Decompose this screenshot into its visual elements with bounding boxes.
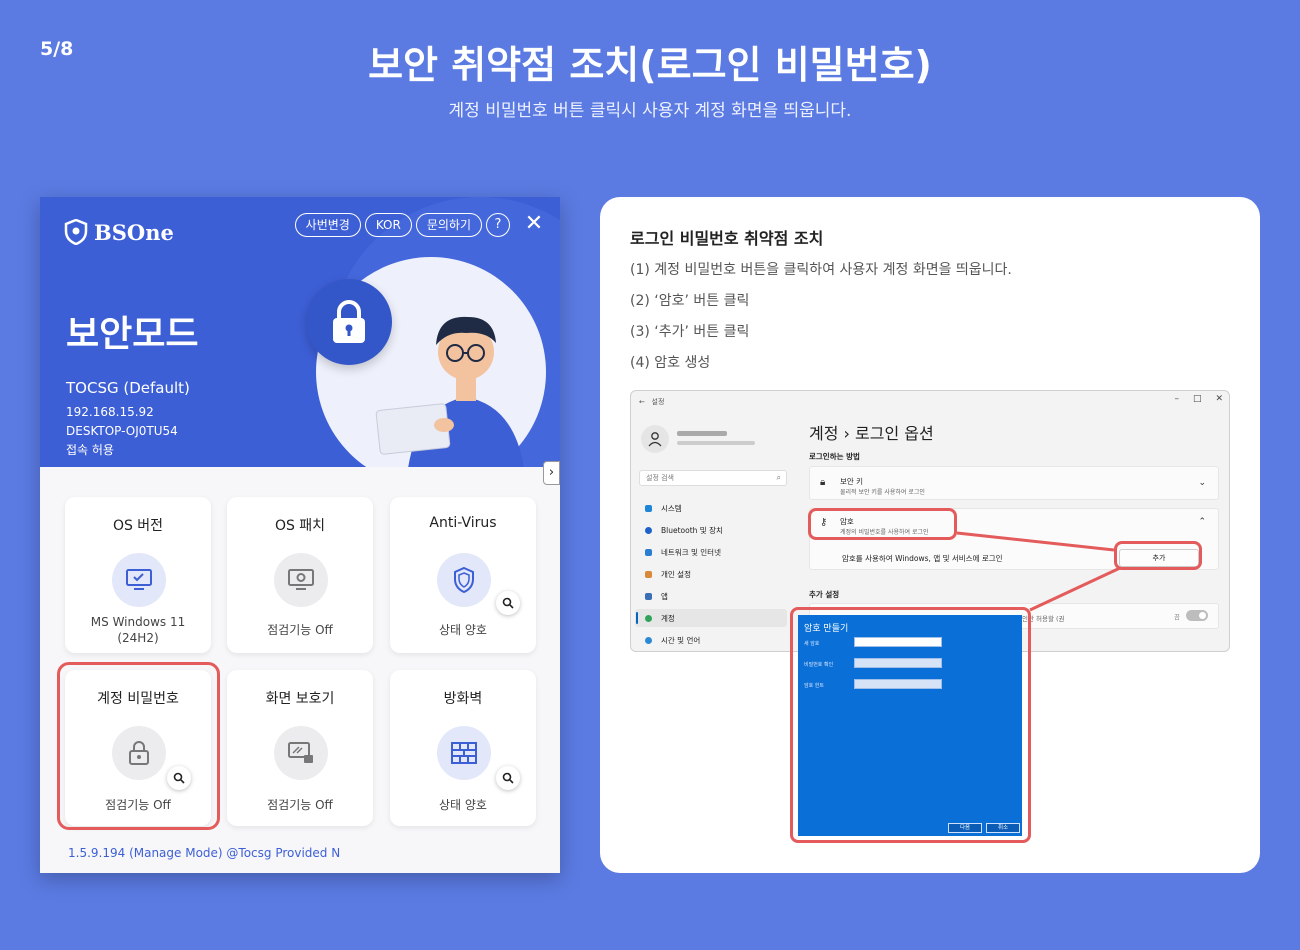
bluetooth-icon <box>645 527 652 534</box>
bsone-app-window: BSOne 사번변경 KOR 문의하기 ? ✕ 보안모드 TOCSG (Defa… <box>40 197 560 873</box>
toggle-switch[interactable] <box>1186 610 1208 621</box>
bsone-logo: BSOne <box>64 219 174 245</box>
password-expand-text: 암호를 사용하여 Windows, 앱 및 서비스에 로그인 <box>842 554 1003 563</box>
card-title: OS 패치 <box>274 518 326 534</box>
section-sign-in-ways: 로그인하는 방법 <box>809 452 860 461</box>
version-text: 1.5.9.194 (Manage Mode) @Tocsg Provided … <box>68 846 341 860</box>
card-status: 상태 양호 <box>439 798 487 812</box>
chevron-up-icon: ⌃ <box>1198 517 1206 527</box>
usb-key-icon: 🔒︎ <box>820 477 826 488</box>
firewall-icon <box>437 726 491 780</box>
globe-icon <box>645 637 652 644</box>
row-name: 보안 키 <box>840 477 864 486</box>
system-icon <box>645 505 652 512</box>
panel-heading: 로그인 비밀번호 취약점 조치 <box>630 229 824 248</box>
search-placeholder: 설정 검색 <box>646 474 674 482</box>
nav-item-time-language[interactable]: 시간 및 언어 <box>645 635 700 646</box>
logo-text: BSOne <box>94 219 174 245</box>
app-header: BSOne 사번변경 KOR 문의하기 ? ✕ 보안모드 TOCSG (Defa… <box>40 197 560 467</box>
magnifier-icon[interactable] <box>496 766 520 790</box>
account-icon <box>645 615 652 622</box>
row-security-key[interactable]: 🔒︎ 보안 키 물리적 보안 키를 사용하여 로그인 ⌄ <box>809 466 1219 500</box>
card-status: 점검기능 Off <box>267 623 333 637</box>
access-status: 접속 허용 <box>66 443 114 457</box>
card-firewall[interactable]: 방화벽 상태 양호 <box>390 670 536 826</box>
settings-search-input[interactable]: 설정 검색 ⌕ <box>639 470 787 486</box>
header-buttons: 사번변경 KOR 문의하기 ? ✕ <box>294 213 546 237</box>
shield-icon <box>437 553 491 607</box>
step-2: (2) ‘암호’ 버튼 클릭 <box>630 293 750 309</box>
mode-title: 보안모드 <box>66 314 199 355</box>
card-status: 점검기능 Off <box>267 798 333 812</box>
nav-item-bluetooth[interactable]: Bluetooth 및 장치 <box>645 525 723 536</box>
nav-label: 시간 및 언어 <box>661 636 701 645</box>
language-button[interactable]: KOR <box>364 213 412 237</box>
window-title: ← 설정 <box>639 398 665 406</box>
card-os-patch[interactable]: OS 패치 점검기능 Off <box>227 497 373 653</box>
account-email-redacted <box>677 441 755 445</box>
inquiry-button[interactable]: 문의하기 <box>415 213 482 237</box>
nav-item-apps[interactable]: 앱 <box>645 591 668 602</box>
highlight-account-password <box>57 662 220 830</box>
help-button[interactable]: ? <box>486 213 510 237</box>
nav-label: 앱 <box>661 592 668 601</box>
breadcrumb: 계정 › 로그인 옵션 <box>809 424 934 443</box>
nav-active-indicator <box>636 612 638 624</box>
expand-panel-button[interactable]: › <box>543 461 560 485</box>
highlight-add-button <box>1114 541 1202 570</box>
row-desc: 물리적 보안 키를 사용하여 로그인 <box>840 489 925 496</box>
lock-badge <box>306 279 392 365</box>
change-employee-button[interactable]: 사번변경 <box>294 213 361 237</box>
minimize-button[interactable]: – <box>1174 394 1179 404</box>
card-status: MS Windows 11 <box>90 615 186 629</box>
network-icon <box>645 549 652 556</box>
nav-label: 네트워크 및 인터넷 <box>661 548 721 557</box>
card-screen-saver[interactable]: 화면 보호기 점검기능 Off <box>227 670 373 826</box>
highlight-password-row <box>808 508 957 540</box>
page-subtitle: 계정 비밀번호 버튼 클릭시 사용자 계정 화면을 띄웁니다. <box>448 101 852 121</box>
ip-address: 192.168.15.92 <box>66 405 154 419</box>
nav-item-personalize[interactable]: 개인 설정 <box>645 569 691 580</box>
maximize-button[interactable]: □ <box>1193 394 1202 404</box>
card-title: 방화벽 <box>443 691 483 707</box>
magnifier-icon[interactable] <box>496 591 520 615</box>
screen-lock-icon <box>274 726 328 780</box>
step-1: (1) 계정 비밀번호 버튼을 클릭하여 사용자 계정 화면을 띄웁니다. <box>630 262 1012 278</box>
profile-name: TOCSG (Default) <box>66 379 190 397</box>
card-status: 상태 양호 <box>439 623 487 637</box>
nav-item-accounts[interactable]: 계정 <box>645 613 675 624</box>
monitor-check-icon <box>112 553 166 607</box>
monitor-gear-icon <box>274 553 328 607</box>
step-3: (3) ‘추가’ 버튼 클릭 <box>630 324 750 340</box>
card-anti-virus[interactable]: Anti-Virus 상태 양호 <box>390 497 536 653</box>
host-name: DESKTOP-OJ0TU54 <box>66 424 178 438</box>
search-icon: ⌕ <box>776 473 781 482</box>
chevron-down-icon: ⌄ <box>1198 478 1206 488</box>
user-avatar-icon <box>641 425 669 453</box>
window-controls: – □ ✕ <box>1174 394 1223 404</box>
page-title: 보안 취약점 조치(로그인 비밀번호) <box>368 43 932 87</box>
card-title: 화면 보호기 <box>265 691 335 707</box>
padlock-icon <box>333 300 365 343</box>
toggle-label: 끔 <box>1174 613 1180 621</box>
step-4: (4) 암호 생성 <box>630 355 711 371</box>
section-additional: 추가 설정 <box>809 590 840 599</box>
card-title: OS 버전 <box>112 518 164 534</box>
brush-icon <box>645 571 652 578</box>
highlight-dialog <box>790 607 1031 843</box>
apps-icon <box>645 593 652 600</box>
card-title: Anti-Virus <box>429 515 497 531</box>
nav-item-network[interactable]: 네트워크 및 인터넷 <box>645 547 721 558</box>
nav-item-system[interactable]: 시스템 <box>645 503 682 514</box>
nav-label: 개인 설정 <box>661 570 691 579</box>
account-name-redacted <box>677 431 727 436</box>
nav-label: 시스템 <box>661 504 682 513</box>
close-button[interactable]: ✕ <box>1215 394 1223 404</box>
nav-label: 계정 <box>661 614 675 623</box>
shield-logo-icon <box>64 219 88 245</box>
card-os-version[interactable]: OS 버전 MS Windows 11 (24H2) <box>65 497 211 653</box>
card-status-detail: (24H2) <box>117 631 159 645</box>
nav-label: Bluetooth 및 장치 <box>661 526 723 535</box>
close-button[interactable]: ✕ <box>522 213 546 237</box>
